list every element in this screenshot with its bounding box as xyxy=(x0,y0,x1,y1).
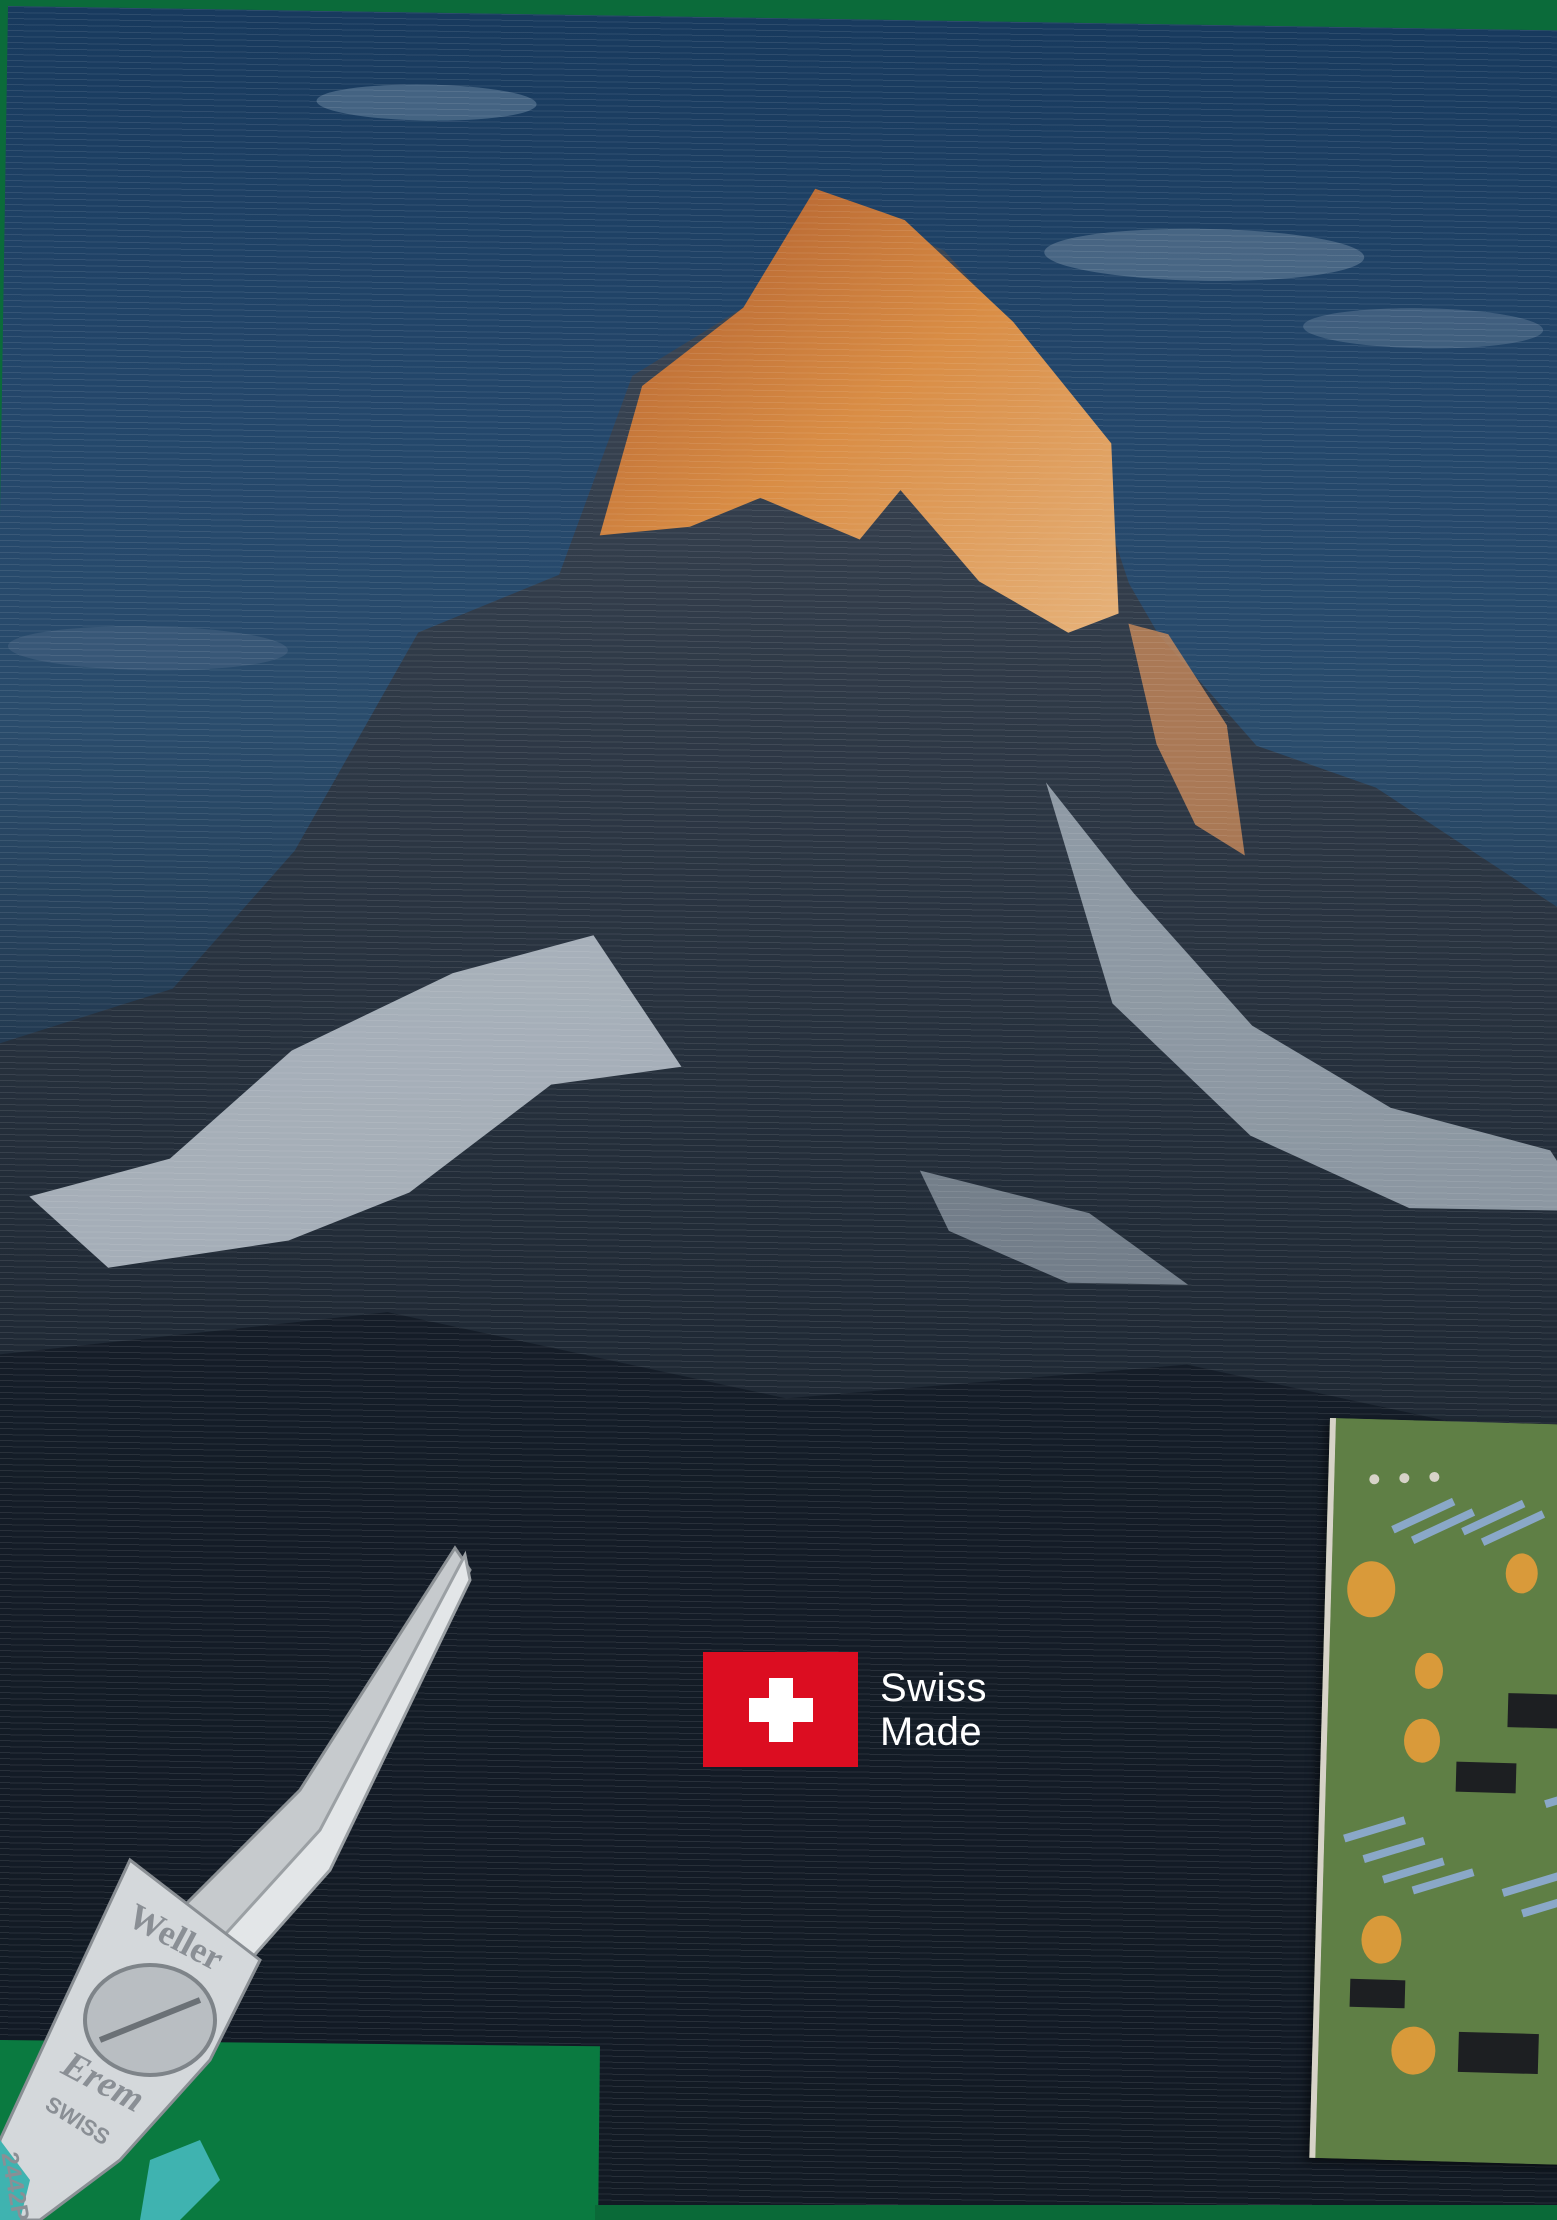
swiss-made-text: Swiss Made xyxy=(880,1666,987,1754)
cloud xyxy=(1044,228,1365,281)
swiss-made-badge: Swiss Made xyxy=(703,1652,987,1767)
swiss-made-line1: Swiss xyxy=(880,1665,987,1710)
swiss-cross-horizontal xyxy=(749,1698,813,1722)
swiss-flag-icon xyxy=(703,1652,858,1767)
circuit-board-illustration xyxy=(1315,1418,1557,2167)
cloud xyxy=(1303,308,1544,349)
pliers-jaw-left xyxy=(167,1545,472,1963)
swiss-made-line2: Made xyxy=(880,1709,983,1754)
brochure-cover: Swiss Made Weller Erem SWISS 2442P xyxy=(0,0,1557,2220)
green-bottom-strip xyxy=(595,2205,1557,2220)
circuit-board-photo xyxy=(1309,1418,1557,2167)
pliers-grip xyxy=(140,2140,220,2220)
cloud xyxy=(316,84,537,121)
cloud xyxy=(7,626,288,671)
pliers-photo: Weller Erem SWISS 2442P xyxy=(0,1540,480,2220)
